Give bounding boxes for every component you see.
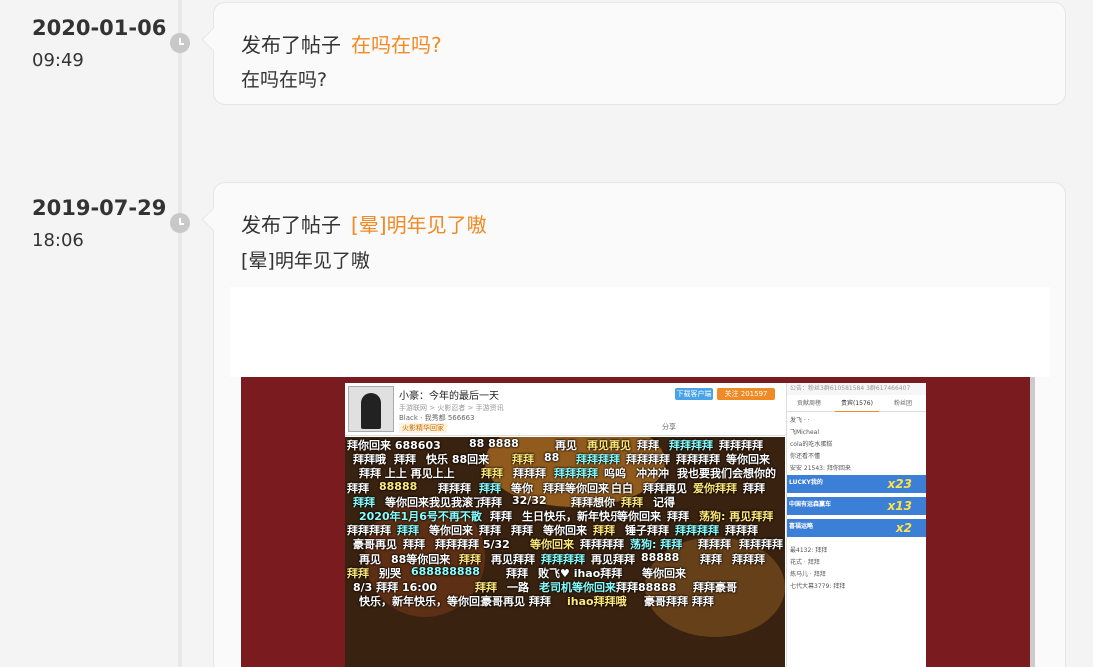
tab-weekly: 贡献周榜	[796, 400, 821, 407]
danmaku-item: 拜拜	[700, 552, 722, 566]
clock-icon	[170, 33, 190, 53]
post-body: [晕]明年见了嗷	[241, 250, 370, 272]
sidebar-row: 最4132: 拜拜	[790, 547, 828, 554]
post-action: 发布了帖子	[241, 33, 341, 57]
sidebar-row: 飞Micheal	[790, 429, 819, 436]
danmaku-item: 88888	[379, 479, 418, 493]
timeline-page: 2020-01-06 09:49 发布了帖子 在吗在吗? 在吗在吗? 2019-0…	[0, 0, 1093, 667]
sidebar-tabs: 贡献周榜 贵宾(1576) 粉丝团	[787, 397, 926, 412]
danmaku-item: 32/32	[512, 493, 547, 507]
sidebar-row: 炼马儿 · 拜拜	[790, 571, 826, 578]
tab-fans: 粉丝团	[893, 400, 912, 407]
scrollbar	[1030, 377, 1035, 667]
danmaku-item: 快乐，新年快乐，等你回来	[359, 595, 491, 609]
lucky-banner: 中国有运森赢车 x13	[787, 497, 926, 515]
danmaku-item: 拜拜	[743, 481, 765, 495]
sidebar-row: 你还看不懂	[790, 453, 821, 460]
screenshot-content: 小豪：今年的最后一天 手游联网 > 火影忍者 > 手游资讯 Black · 我秀…	[345, 383, 926, 667]
stream-tag: 火影精华回家	[399, 423, 447, 433]
follow-label: 关注	[724, 390, 739, 398]
lucky-banner: 喜福运略 x2	[787, 519, 926, 537]
post-card: 发布了帖子 在吗在吗? 在吗在吗?	[213, 2, 1066, 105]
post-headline: 发布了帖子 [晕]明年见了嗷	[241, 209, 487, 238]
danmaku-item: 88 8888	[469, 437, 519, 450]
entry-date: 2019-07-29	[32, 196, 167, 220]
danmaku-item: ihao拜拜哦	[567, 595, 627, 609]
post-title-link[interactable]: [晕]明年见了嗷	[351, 213, 487, 237]
stream-title: 小豪：今年的最后一天	[399, 391, 499, 402]
danmaku-item: 88888	[641, 550, 680, 564]
stream-header: 小豪：今年的最后一天 手游联网 > 火影忍者 > 手游资讯 Black · 我秀…	[345, 383, 785, 436]
lucky-count: x2	[895, 521, 912, 535]
share-button: 分享	[662, 423, 676, 431]
stream-meta: 手游联网 > 火影忍者 > 手游资讯	[399, 404, 504, 412]
tab-vip: 贵宾(1576)	[835, 397, 879, 412]
lucky-label: 中国有运森赢车	[789, 501, 832, 508]
entry-time: 18:06	[32, 230, 84, 251]
danmaku-item: 688888888	[411, 564, 480, 578]
danmaku-item: 豪哥拜拜 拜拜	[644, 595, 714, 609]
sidebar-row: 安安 21543: 拜你回来	[790, 465, 851, 472]
danmaku-item: 88	[544, 451, 560, 465]
post-headline: 发布了帖子 在吗在吗?	[241, 29, 442, 58]
lucky-count: x13	[887, 499, 912, 513]
sidebar-row: 发飞 · ·	[790, 417, 810, 424]
post-body: 在吗在吗?	[241, 69, 328, 91]
clock-icon	[170, 213, 190, 233]
sidebar-row: 七代大幕3779: 拜拜	[790, 583, 846, 590]
stream-video: 拜你回来 688603 88 8888 再见 再见再见 拜拜 拜拜拜拜 拜拜拜拜 拜拜哦 拜拜快…	[345, 437, 785, 667]
stream-meta2: Black · 我秀都 566663	[399, 414, 475, 422]
entry-date: 2020-01-06	[32, 16, 167, 40]
sidebar-row: cola的吃水蛋糕	[790, 441, 833, 448]
post-action: 发布了帖子	[241, 213, 341, 237]
entry-time: 09:49	[32, 50, 84, 71]
lucky-count: x23	[887, 477, 912, 491]
sidebar-notice: 公告：粉丝3群610581584 3群617466407	[787, 383, 926, 395]
lucky-label: LUCKY我的	[789, 479, 823, 486]
client-button: 下载客户端	[675, 388, 713, 400]
danmaku-item: 豪哥再见 拜拜	[481, 595, 551, 609]
follow-count: 201597	[740, 390, 768, 398]
post-image[interactable]: 小豪：今年的最后一天 手游联网 > 火影忍者 > 手游资讯 Black · 我秀…	[241, 377, 1035, 667]
follow-button: 关注 201597	[717, 388, 775, 400]
sidebar-row: 花式 · 拜拜	[790, 559, 820, 566]
danmaku-item: 爱你拜拜	[693, 481, 737, 495]
lucky-banner: LUCKY我的 x23	[787, 475, 926, 493]
danmaku-item: 拜拜拜	[732, 552, 765, 566]
post-title-link[interactable]: 在吗在吗?	[351, 33, 442, 57]
timeline-line	[178, 0, 182, 667]
stream-sidebar: 公告：粉丝3群610581584 3群617466407 贡献周榜 贵宾(157…	[786, 383, 926, 667]
lucky-label: 喜福运略	[789, 523, 814, 530]
image-top-padding	[230, 287, 1050, 377]
streamer-avatar	[348, 386, 394, 432]
